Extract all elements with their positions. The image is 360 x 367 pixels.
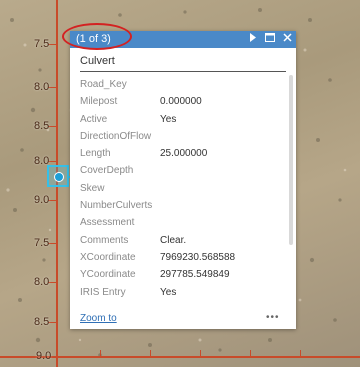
attribute-row: DirectionOfFlow <box>80 129 286 146</box>
feature-popup: (1 of 3) Culvert Road_Key Milepost 0.0000… <box>70 31 296 329</box>
attribute-value: Yes <box>160 113 177 125</box>
tick-label: 8.5 <box>34 120 50 132</box>
attribute-key: IRIS Entry <box>80 286 126 298</box>
attribute-key: NumberCulverts <box>80 200 153 212</box>
grid-tick <box>200 350 201 358</box>
culvert-feature-marker[interactable] <box>47 165 69 187</box>
attribute-table: Road_Key Milepost 0.000000 Active Yes Dire… <box>80 77 286 302</box>
attribute-key: Skew <box>80 182 105 194</box>
attribute-key: Assessment <box>80 217 135 229</box>
popup-title: Culvert <box>80 55 115 67</box>
grid-tick <box>48 200 58 201</box>
tick-label: 9.0 <box>36 350 52 362</box>
attribute-row: Skew <box>80 181 286 198</box>
tick-label: 8.5 <box>34 316 50 328</box>
tick-label: 7.5 <box>34 237 50 249</box>
attribute-key: Comments <box>80 234 129 246</box>
attribute-row: Assessment <box>80 215 286 232</box>
grid-tick <box>48 243 58 244</box>
zoom-to-link[interactable]: Zoom to <box>80 313 117 324</box>
grid-tick <box>48 126 58 127</box>
attribute-value: 25.000000 <box>160 148 208 160</box>
close-icon[interactable] <box>280 32 294 46</box>
attribute-row: NumberCulverts <box>80 198 286 215</box>
attribute-row: CoverDepth <box>80 163 286 180</box>
more-actions-icon[interactable]: ••• <box>266 312 280 323</box>
attribute-row: IRIS Entry Yes <box>80 285 286 302</box>
attribute-key: YCoordinate <box>80 269 136 281</box>
popup-scrollbar[interactable] <box>289 75 293 245</box>
grid-tick <box>48 44 58 45</box>
attribute-key: XCoordinate <box>80 251 136 263</box>
attribute-value: 297785.549849 <box>160 269 230 281</box>
attribute-key: Length <box>80 148 111 160</box>
attribute-row: Road_Key <box>80 77 286 94</box>
maximize-icon[interactable] <box>263 32 277 46</box>
grid-tick <box>250 350 251 358</box>
attribute-row: Comments Clear. <box>80 233 286 250</box>
attribute-row: XCoordinate 7969230.568588 <box>80 250 286 267</box>
tick-label: 7.5 <box>34 38 50 50</box>
attribute-row: Length 25.000000 <box>80 146 286 163</box>
attribute-value: 7969230.568588 <box>160 251 236 263</box>
grid-tick <box>48 161 58 162</box>
title-divider <box>80 71 286 72</box>
tick-label: 9.0 <box>34 194 50 206</box>
grid-line-horizontal <box>0 356 360 358</box>
attribute-value: 0.000000 <box>160 96 202 108</box>
tick-label: 8.0 <box>34 81 50 93</box>
tick-label: 8.0 <box>34 276 50 288</box>
attribute-row: YCoordinate 297785.549849 <box>80 267 286 284</box>
attribute-key: Active <box>80 113 108 125</box>
grid-tick <box>300 350 301 358</box>
feature-point-icon <box>54 172 64 182</box>
annotation-circle <box>62 23 132 50</box>
attribute-key: DirectionOfFlow <box>80 130 152 142</box>
grid-tick <box>48 322 58 323</box>
grid-tick <box>150 350 151 358</box>
attribute-row: Milepost 0.000000 <box>80 94 286 111</box>
grid-tick <box>100 350 101 358</box>
grid-tick <box>48 282 58 283</box>
attribute-key: Road_Key <box>80 79 127 90</box>
grid-tick <box>48 87 58 88</box>
attribute-value: Clear. <box>160 234 187 246</box>
play-right-icon[interactable] <box>246 32 260 46</box>
attribute-key: Milepost <box>80 96 118 108</box>
attribute-row: Active Yes <box>80 112 286 129</box>
attribute-key: CoverDepth <box>80 165 134 177</box>
attribute-value: Yes <box>160 286 177 298</box>
